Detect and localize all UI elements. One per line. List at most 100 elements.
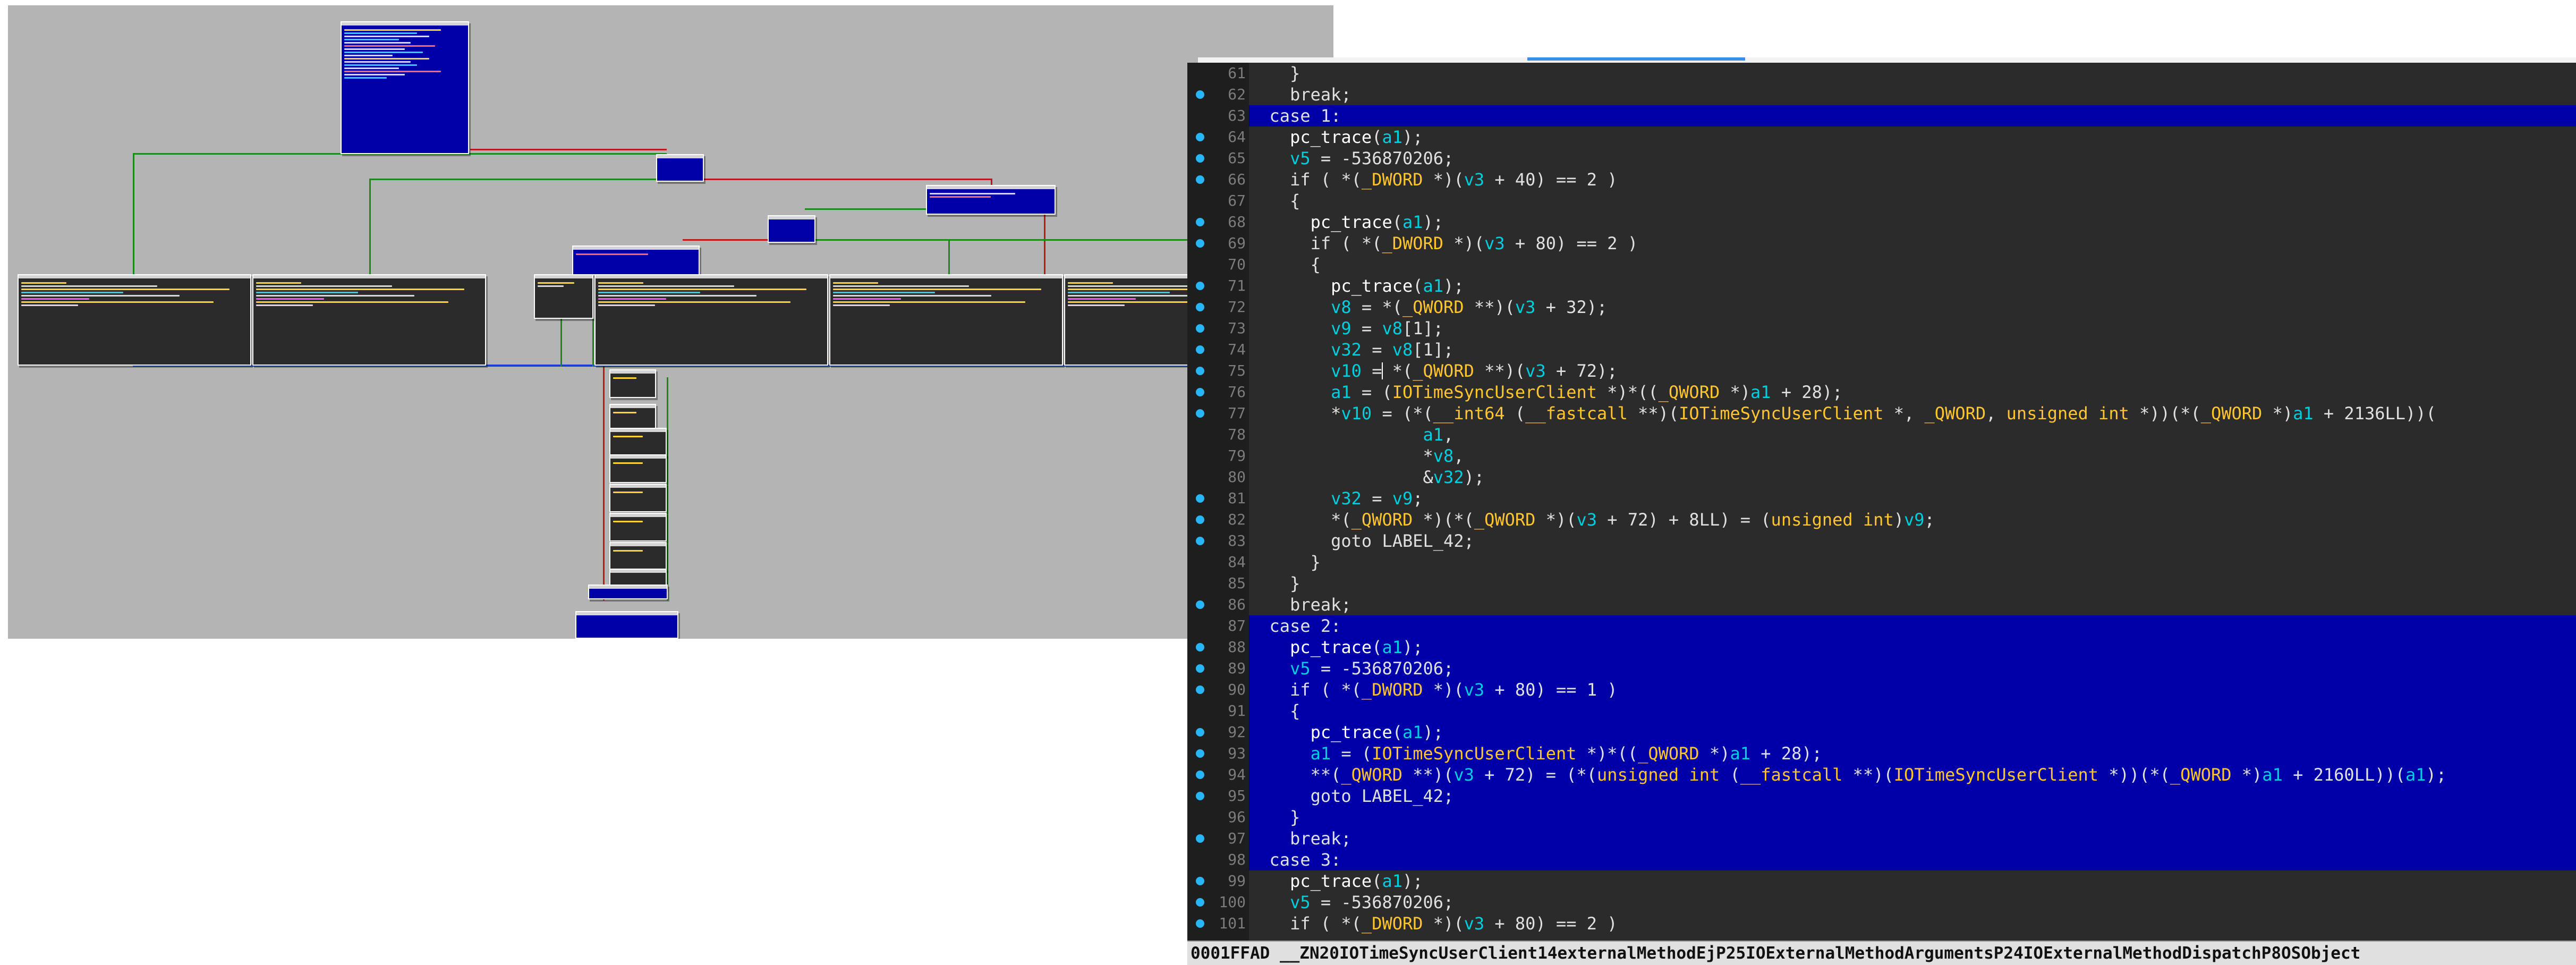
graph-node[interactable] (926, 185, 1056, 215)
line-number-text: 68 (1228, 213, 1246, 231)
code-line[interactable]: *(_QWORD *)(*(_QWORD *)(v3 + 72) + 8LL) … (1249, 509, 2576, 530)
graph-node[interactable] (829, 274, 1063, 366)
code-line[interactable]: break; (1249, 84, 2576, 105)
breakpoint-dot-icon[interactable] (1196, 877, 1204, 885)
graph-node[interactable] (609, 513, 667, 541)
breakpoint-dot-icon[interactable] (1196, 175, 1204, 184)
breakpoint-dot-icon[interactable] (1196, 388, 1204, 396)
code-line[interactable]: v5 = -536870206; (1249, 658, 2576, 679)
graph-view[interactable] (8, 5, 1333, 639)
graph-node[interactable] (252, 274, 486, 366)
code-line[interactable]: v32 = v9; (1249, 488, 2576, 509)
breakpoint-dot-icon[interactable] (1196, 345, 1204, 354)
code-line[interactable]: case 2: (1249, 615, 2576, 637)
breakpoint-dot-icon[interactable] (1196, 409, 1204, 418)
code-line[interactable]: { (1249, 254, 2576, 275)
code-line[interactable]: *v8, (1249, 445, 2576, 467)
code-line[interactable]: { (1249, 700, 2576, 722)
code-line[interactable]: a1, (1249, 424, 2576, 445)
code-line[interactable]: if ( *(_DWORD *)(v3 + 80) == 2 ) (1249, 233, 2576, 254)
code-line[interactable]: v5 = -536870206; (1249, 148, 2576, 169)
graph-node[interactable] (594, 274, 828, 366)
code-line[interactable]: pc_trace(a1); (1249, 211, 2576, 233)
code-line[interactable]: v8 = *(_QWORD **)(v3 + 32); (1249, 297, 2576, 318)
graph-node[interactable] (609, 484, 667, 512)
breakpoint-dot-icon[interactable] (1196, 154, 1204, 163)
code-token: pc_trace (1290, 127, 1372, 147)
pseudocode-panel[interactable]: 61 62 63 64 65 66 67 68 69 70 71 72 73 74 75 76 77 78 79 80… (1187, 63, 2576, 965)
breakpoint-dot-icon[interactable] (1196, 303, 1204, 311)
code-line[interactable]: case 3: (1249, 849, 2576, 870)
code-line[interactable]: goto LABEL_42; (1249, 530, 2576, 552)
code-line[interactable]: *v10 = (*(__int64 (__fastcall **)(IOTime… (1249, 403, 2576, 424)
code-line[interactable]: break; (1249, 828, 2576, 849)
code-line[interactable]: a1 = (IOTimeSyncUserClient *)*((_QWORD *… (1249, 382, 2576, 403)
code-token: v3 (1464, 913, 1485, 934)
graph-node-entry[interactable] (341, 21, 469, 154)
breakpoint-dot-icon[interactable] (1196, 133, 1204, 141)
graph-node[interactable] (768, 215, 815, 243)
breakpoint-dot-icon[interactable] (1196, 515, 1204, 524)
breakpoint-dot-icon[interactable] (1196, 834, 1204, 843)
breakpoint-dot-icon[interactable] (1196, 749, 1204, 758)
breakpoint-dot-icon[interactable] (1196, 367, 1204, 375)
code-line[interactable]: break; (1249, 594, 2576, 615)
code-line[interactable]: case 1: (1249, 105, 2576, 126)
breakpoint-dot-icon[interactable] (1196, 664, 1204, 673)
graph-node[interactable] (18, 274, 251, 366)
code-line[interactable]: &v32); (1249, 467, 2576, 488)
code-line[interactable]: } (1249, 552, 2576, 573)
code-token: v9 (1904, 510, 1925, 530)
breakpoint-dot-icon[interactable] (1196, 919, 1204, 928)
code-line[interactable]: pc_trace(a1); (1249, 126, 2576, 148)
breakpoint-dot-icon[interactable] (1196, 643, 1204, 651)
graph-node[interactable] (572, 246, 700, 275)
code-line[interactable]: v9 = v8[1]; (1249, 318, 2576, 339)
code-line[interactable]: v5 = -536870206; (1249, 892, 2576, 913)
code-line[interactable]: v32 = v8[1]; (1249, 339, 2576, 360)
graph-node[interactable] (588, 585, 668, 599)
graph-node[interactable] (609, 369, 656, 398)
code-line[interactable]: pc_trace(a1); (1249, 870, 2576, 892)
graph-node[interactable] (609, 454, 667, 483)
code-area[interactable]: } break; case 1: pc_trace(a1); v5 = -536… (1249, 63, 2576, 942)
breakpoint-dot-icon[interactable] (1196, 728, 1204, 737)
code-line[interactable]: pc_trace(a1); (1249, 275, 2576, 297)
breakpoint-dot-icon[interactable] (1196, 537, 1204, 545)
code-token: break; (1249, 828, 1351, 849)
breakpoint-dot-icon[interactable] (1196, 685, 1204, 694)
breakpoint-dot-icon[interactable] (1196, 771, 1204, 779)
graph-node[interactable] (609, 428, 667, 456)
breakpoint-dot-icon[interactable] (1196, 792, 1204, 800)
code-line[interactable]: pc_trace(a1); (1249, 637, 2576, 658)
code-token: v32 (1331, 340, 1362, 360)
breakpoint-dot-icon[interactable] (1196, 600, 1204, 609)
graph-node[interactable] (656, 154, 704, 182)
code-line[interactable]: if ( *(_DWORD *)(v3 + 80) == 1 ) (1249, 679, 2576, 700)
breakpoint-dot-icon[interactable] (1196, 218, 1204, 226)
code-line[interactable]: { (1249, 190, 2576, 211)
code-line[interactable]: a1 = (IOTimeSyncUserClient *)*((_QWORD *… (1249, 743, 2576, 764)
code-line[interactable]: if ( *(_DWORD *)(v3 + 40) == 2 ) (1249, 169, 2576, 190)
code-line-text: { (1249, 254, 1321, 275)
breakpoint-dot-icon[interactable] (1196, 898, 1204, 907)
line-number: 64 (1187, 126, 1249, 148)
graph-node-exit[interactable] (575, 611, 678, 639)
code-line[interactable]: pc_trace(a1); (1249, 722, 2576, 743)
code-line[interactable]: } (1249, 807, 2576, 828)
graph-node[interactable] (609, 542, 667, 571)
code-line[interactable]: v10 = *(_QWORD **)(v3 + 72); (1249, 360, 2576, 382)
breakpoint-dot-icon[interactable] (1196, 494, 1204, 503)
breakpoint-dot-icon[interactable] (1196, 239, 1204, 248)
code-line[interactable]: } (1249, 63, 2576, 84)
graph-node[interactable] (534, 274, 593, 319)
code-line[interactable]: **(_QWORD **)(v3 + 72) = (*(unsigned int… (1249, 764, 2576, 785)
active-tab-indicator[interactable] (1527, 57, 1745, 61)
breakpoint-dot-icon[interactable] (1196, 282, 1204, 290)
breakpoint-dot-icon[interactable] (1196, 324, 1204, 333)
code-line[interactable]: if ( *(_DWORD *)(v3 + 80) == 2 ) (1249, 913, 2576, 934)
code-line[interactable]: } (1249, 573, 2576, 594)
breakpoint-dot-icon[interactable] (1196, 90, 1204, 99)
code-line[interactable]: goto LABEL_42; (1249, 785, 2576, 807)
